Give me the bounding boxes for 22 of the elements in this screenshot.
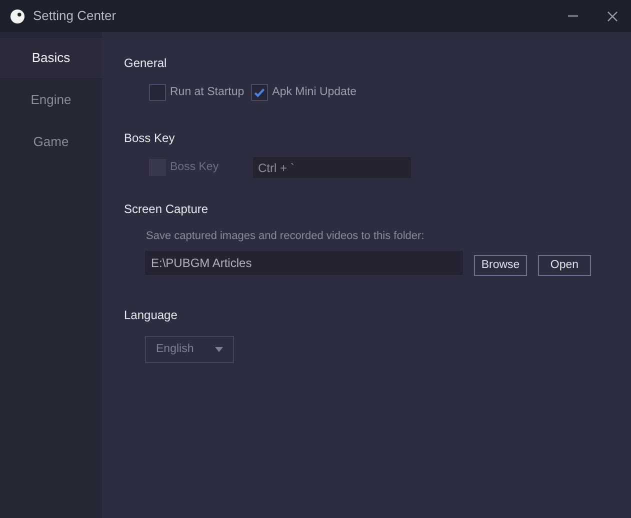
hint-text: Save captured images and recorded videos to this folder: xyxy=(146,229,426,244)
check-icon xyxy=(253,86,266,100)
section-heading: Language xyxy=(124,306,178,324)
close-icon[interactable] xyxy=(607,10,618,22)
folder-button[interactable]: Open xyxy=(538,254,591,276)
checkbox-label: Boss Key xyxy=(170,160,220,176)
dropdown-caret-icon xyxy=(215,346,223,352)
checkbox-label: Apk Mini Update xyxy=(272,85,357,100)
folder-path-field[interactable]: E:\PUBGM Articles xyxy=(145,251,463,276)
app-logo-icon xyxy=(10,8,25,24)
checkbox-label: Run at Startup xyxy=(170,85,244,100)
section-heading: Screen Capture xyxy=(124,201,210,218)
folder-button[interactable]: Browse xyxy=(474,254,527,276)
checkbox[interactable] xyxy=(251,84,268,102)
sidebar-tab[interactable]: Basics xyxy=(0,38,102,78)
section-heading: Boss Key xyxy=(124,130,176,148)
sidebar-tab[interactable]: Engine xyxy=(0,80,102,120)
section-heading: General xyxy=(124,55,168,72)
window-title: Setting Center xyxy=(33,7,116,26)
checkbox[interactable] xyxy=(149,84,166,102)
sidebar-tab[interactable]: Game xyxy=(0,122,102,162)
shortcut-field[interactable]: Ctrl + ` xyxy=(253,157,411,178)
